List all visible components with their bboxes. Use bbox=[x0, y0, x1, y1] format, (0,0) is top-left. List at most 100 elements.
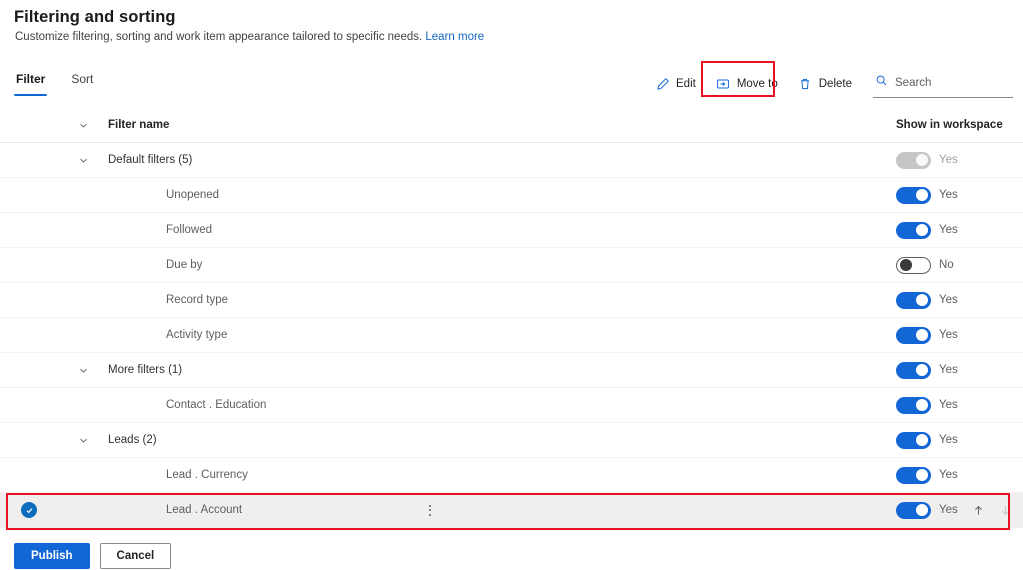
row-name-cell: Record type bbox=[108, 294, 880, 306]
tab-bar: Filter Sort bbox=[14, 70, 95, 96]
row-name-cell: Due by bbox=[108, 259, 880, 271]
row-workspace-cell: Yes bbox=[880, 466, 1023, 484]
row-workspace-cell: Yes bbox=[880, 186, 1023, 204]
table-row-group[interactable]: Default filters (5) Yes bbox=[0, 143, 1023, 178]
pencil-icon bbox=[655, 77, 670, 92]
move-down-arrow-icon[interactable] bbox=[999, 504, 1012, 517]
row-name-cell: Unopened bbox=[108, 189, 880, 201]
row-label: More filters (1) bbox=[108, 364, 183, 376]
page-title: Filtering and sorting bbox=[14, 8, 176, 26]
row-workspace-cell: Yes bbox=[880, 361, 1023, 379]
move-to-button-label: Move to bbox=[736, 78, 778, 90]
tab-sort[interactable]: Sort bbox=[69, 70, 95, 96]
row-label: Leads (2) bbox=[108, 434, 157, 446]
move-to-icon bbox=[716, 77, 731, 92]
table-row-selected[interactable]: Lead . Account Yes bbox=[0, 493, 1023, 530]
row-workspace-cell: Yes bbox=[880, 291, 1023, 309]
table-row-group[interactable]: Leads (2) Yes bbox=[0, 423, 1023, 458]
row-select-cell[interactable] bbox=[0, 502, 58, 518]
move-to-button[interactable]: Move to bbox=[707, 72, 787, 97]
show-in-workspace-toggle[interactable] bbox=[896, 186, 931, 204]
move-up-arrow-icon[interactable] bbox=[972, 504, 985, 517]
tab-filter[interactable]: Filter bbox=[14, 70, 48, 96]
trash-icon bbox=[798, 77, 813, 92]
filters-table: Filter name Show in workspace Default fi… bbox=[0, 108, 1023, 530]
toggle-state-label: Yes bbox=[939, 189, 958, 201]
table-header-row: Filter name Show in workspace bbox=[0, 108, 1023, 143]
page-subtitle-text: Customize filtering, sorting and work it… bbox=[15, 31, 423, 43]
header-collapse-all-chevron[interactable] bbox=[58, 120, 108, 131]
delete-button-label: Delete bbox=[818, 78, 852, 90]
toggle-state-label: Yes bbox=[939, 469, 958, 481]
toggle-state-label: Yes bbox=[939, 399, 958, 411]
chevron-down-icon bbox=[78, 365, 89, 376]
move-to-wrapper: Move to bbox=[700, 60, 787, 97]
table-body: Default filters (5) Yes Unopened Yes Followe… bbox=[0, 143, 1023, 530]
row-name-cell: More filters (1) bbox=[108, 364, 880, 376]
table-row[interactable]: Due by No bbox=[0, 248, 1023, 283]
search-box[interactable] bbox=[873, 70, 1013, 98]
row-label: Default filters (5) bbox=[108, 154, 193, 166]
chevron-down-icon bbox=[78, 120, 89, 131]
row-label: Lead . Account bbox=[166, 504, 243, 516]
table-row[interactable]: Lead . Currency Yes bbox=[0, 458, 1023, 493]
table-row-group[interactable]: More filters (1) Yes bbox=[0, 353, 1023, 388]
row-expand-toggle[interactable] bbox=[58, 155, 108, 166]
chevron-down-icon bbox=[78, 155, 89, 166]
toggle-state-label: Yes bbox=[939, 224, 958, 236]
show-in-workspace-toggle bbox=[896, 151, 931, 169]
learn-more-link[interactable]: Learn more bbox=[425, 31, 484, 43]
filtering-and-sorting-page: Filtering and sorting Customize filterin… bbox=[0, 0, 1023, 570]
footer-actions: Publish Cancel bbox=[14, 543, 172, 569]
search-icon bbox=[875, 74, 888, 92]
publish-button[interactable]: Publish bbox=[14, 543, 90, 569]
cancel-button[interactable]: Cancel bbox=[99, 543, 172, 569]
row-name-cell: Leads (2) bbox=[108, 434, 880, 446]
table-row[interactable]: Followed Yes bbox=[0, 213, 1023, 248]
edit-button-label: Edit bbox=[676, 78, 696, 90]
page-subtitle: Customize filtering, sorting and work it… bbox=[15, 31, 484, 43]
row-label: Due by bbox=[166, 259, 203, 271]
table-row[interactable]: Contact . Education Yes bbox=[0, 388, 1023, 423]
row-workspace-cell: Yes bbox=[880, 396, 1023, 414]
chevron-down-icon bbox=[78, 435, 89, 446]
show-in-workspace-toggle[interactable] bbox=[896, 326, 931, 344]
row-expand-toggle[interactable] bbox=[58, 435, 108, 446]
edit-button[interactable]: Edit bbox=[646, 72, 705, 97]
show-in-workspace-toggle[interactable] bbox=[896, 466, 931, 484]
row-name-cell: Activity type bbox=[108, 329, 880, 341]
header-filter-name: Filter name bbox=[108, 119, 170, 131]
delete-button[interactable]: Delete bbox=[789, 72, 861, 97]
checkmark-circle-icon[interactable] bbox=[21, 502, 37, 518]
toggle-state-label: Yes bbox=[939, 504, 958, 516]
row-label: Unopened bbox=[166, 189, 220, 201]
show-in-workspace-toggle[interactable] bbox=[896, 431, 931, 449]
row-label: Lead . Currency bbox=[166, 469, 248, 481]
row-workspace-cell: Yes bbox=[880, 221, 1023, 239]
row-name-cell: Followed bbox=[108, 224, 880, 236]
header-show-in-workspace: Show in workspace bbox=[896, 119, 1003, 131]
show-in-workspace-toggle[interactable] bbox=[896, 501, 931, 519]
row-name-cell: Default filters (5) bbox=[108, 154, 880, 166]
row-name-cell: Lead . Currency bbox=[108, 469, 880, 481]
row-name-cell: Lead . Account bbox=[108, 504, 880, 516]
row-expand-toggle[interactable] bbox=[58, 365, 108, 376]
toggle-state-label: Yes bbox=[939, 364, 958, 376]
table-row[interactable]: Record type Yes bbox=[0, 283, 1023, 318]
show-in-workspace-toggle[interactable] bbox=[896, 396, 931, 414]
row-label: Record type bbox=[166, 294, 229, 306]
table-row[interactable]: Activity type Yes bbox=[0, 318, 1023, 353]
row-label: Followed bbox=[166, 224, 213, 236]
show-in-workspace-toggle[interactable] bbox=[896, 256, 931, 274]
toggle-state-label: Yes bbox=[939, 434, 958, 446]
row-workspace-cell: No bbox=[880, 256, 1023, 274]
toggle-state-label: No bbox=[939, 259, 954, 271]
toggle-state-label: Yes bbox=[939, 294, 958, 306]
row-overflow-menu-icon[interactable] bbox=[422, 504, 438, 516]
search-input[interactable] bbox=[895, 77, 1011, 89]
show-in-workspace-toggle[interactable] bbox=[896, 291, 931, 309]
show-in-workspace-toggle[interactable] bbox=[896, 361, 931, 379]
show-in-workspace-toggle[interactable] bbox=[896, 221, 931, 239]
table-row[interactable]: Unopened Yes bbox=[0, 178, 1023, 213]
row-workspace-cell: Yes bbox=[880, 326, 1023, 344]
